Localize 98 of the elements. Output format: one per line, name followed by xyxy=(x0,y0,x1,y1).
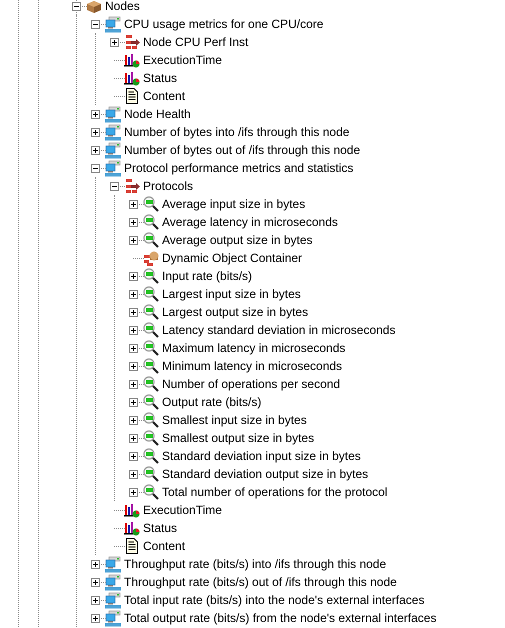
computer-icon xyxy=(105,106,121,122)
blocks-arrow-icon xyxy=(124,178,140,194)
tree-item[interactable]: Smallest input size in bytes xyxy=(162,411,307,429)
magnifier-icon xyxy=(143,268,159,284)
tree-item[interactable]: Content xyxy=(143,537,186,555)
expander-toggle[interactable] xyxy=(91,110,100,118)
expander-toggle[interactable] xyxy=(72,2,81,10)
tree-item[interactable]: Standard deviation input size in bytes xyxy=(162,447,361,465)
expander-toggle[interactable] xyxy=(129,290,138,298)
computer-icon xyxy=(105,160,121,176)
expander-toggle[interactable] xyxy=(91,128,100,136)
magnifier-icon xyxy=(143,214,159,230)
tree-item[interactable]: Node Health xyxy=(124,105,191,123)
blocks-box-icon xyxy=(143,250,159,266)
tree-item[interactable]: Input rate (bits/s) xyxy=(162,267,252,285)
expander-toggle[interactable] xyxy=(129,200,138,208)
tree-item[interactable]: ExecutionTime xyxy=(143,501,222,519)
computer-icon xyxy=(105,610,121,626)
tree-item[interactable]: Throughput rate (bits/s) out of /ifs through this node xyxy=(124,573,397,591)
expander-toggle[interactable] xyxy=(129,218,138,226)
computer-icon xyxy=(105,556,121,572)
tree-item[interactable]: Protocol performance metrics and statistics xyxy=(124,159,354,177)
magnifier-icon xyxy=(143,286,159,302)
computer-icon xyxy=(105,592,121,608)
expander-toggle[interactable] xyxy=(91,20,100,28)
computer-icon xyxy=(105,16,121,32)
tree-item[interactable]: ExecutionTime xyxy=(143,51,222,69)
tree-item[interactable]: Maximum latency in microseconds xyxy=(162,339,346,357)
tree-item[interactable]: Content xyxy=(143,87,186,105)
expander-toggle[interactable] xyxy=(129,470,138,478)
bar-chart-icon xyxy=(124,70,140,86)
tree-item[interactable]: Minimum latency in microseconds xyxy=(162,357,342,375)
magnifier-icon xyxy=(143,340,159,356)
expander-toggle[interactable] xyxy=(91,164,100,172)
tree-item[interactable]: Total output rate (bits/s) from the node's external interfaces xyxy=(124,609,436,627)
expander-toggle[interactable] xyxy=(129,398,138,406)
computer-icon xyxy=(105,574,121,590)
bar-chart-icon xyxy=(124,520,140,536)
tree-item[interactable]: Average latency in microseconds xyxy=(162,213,338,231)
tree-item[interactable]: Number of bytes out of /ifs through this node xyxy=(124,141,360,159)
expander-toggle[interactable] xyxy=(91,578,100,586)
expander-toggle[interactable] xyxy=(129,380,138,388)
computer-icon xyxy=(105,142,121,158)
blocks-arrow-icon xyxy=(124,34,140,50)
expander-toggle[interactable] xyxy=(110,182,119,190)
magnifier-icon xyxy=(143,412,159,428)
bar-chart-icon xyxy=(124,52,140,68)
tree-item[interactable]: Status xyxy=(143,69,178,87)
tree-item[interactable]: Output rate (bits/s) xyxy=(162,393,262,411)
magnifier-icon xyxy=(143,322,159,338)
expander-toggle[interactable] xyxy=(110,38,119,46)
tree-item[interactable]: Node CPU Perf Inst xyxy=(143,33,248,51)
expander-toggle[interactable] xyxy=(129,272,138,280)
expander-toggle[interactable] xyxy=(129,344,138,352)
magnifier-icon xyxy=(143,358,159,374)
magnifier-icon xyxy=(143,376,159,392)
tree-item[interactable]: Largest input size in bytes xyxy=(162,285,301,303)
tree-item[interactable]: Total number of operations for the protocol xyxy=(162,483,388,501)
expander-toggle[interactable] xyxy=(129,416,138,424)
expander-toggle[interactable] xyxy=(91,560,100,568)
tree-item[interactable]: Status xyxy=(143,519,178,537)
tree-item[interactable]: Average input size in bytes xyxy=(162,195,306,213)
expander-toggle[interactable] xyxy=(91,146,100,154)
tree-item[interactable]: CPU usage metrics for one CPU/core xyxy=(124,15,324,33)
document-icon xyxy=(124,88,140,104)
tree-item[interactable]: Number of operations per second xyxy=(162,375,340,393)
tree-item[interactable]: Throughput rate (bits/s) into /ifs through this node xyxy=(124,555,386,573)
tree-item[interactable]: Dynamic Object Container xyxy=(162,249,302,267)
magnifier-icon xyxy=(143,304,159,320)
tree-item[interactable]: Protocols xyxy=(143,177,194,195)
magnifier-icon xyxy=(143,466,159,482)
expander-toggle[interactable] xyxy=(129,434,138,442)
tree-item[interactable]: Number of bytes into /ifs through this node xyxy=(124,123,350,141)
magnifier-icon xyxy=(143,484,159,500)
bar-chart-icon xyxy=(124,502,140,518)
computer-icon xyxy=(105,124,121,140)
magnifier-icon xyxy=(143,394,159,410)
expander-toggle[interactable] xyxy=(129,488,138,496)
expander-toggle[interactable] xyxy=(91,614,100,622)
tree-item[interactable]: Average output size in bytes xyxy=(162,231,313,249)
tree-item[interactable]: Largest output size in bytes xyxy=(162,303,308,321)
tree-item[interactable]: Nodes xyxy=(105,0,140,15)
expander-toggle[interactable] xyxy=(129,326,138,334)
magnifier-icon xyxy=(143,232,159,248)
expander-toggle[interactable] xyxy=(129,308,138,316)
box-icon xyxy=(86,0,102,14)
magnifier-icon xyxy=(143,448,159,464)
expander-toggle[interactable] xyxy=(91,596,100,604)
tree-item[interactable]: Smallest output size in bytes xyxy=(162,429,314,447)
expander-toggle[interactable] xyxy=(129,452,138,460)
tree-item[interactable]: Latency standard deviation in microseconds xyxy=(162,321,396,339)
magnifier-icon xyxy=(143,196,159,212)
tree-item[interactable]: Total input rate (bits/s) into the node's external interfaces xyxy=(124,591,424,609)
document-icon xyxy=(124,538,140,554)
expander-toggle[interactable] xyxy=(129,362,138,370)
expander-toggle[interactable] xyxy=(129,236,138,244)
magnifier-icon xyxy=(143,430,159,446)
tree-item[interactable]: Standard deviation output size in bytes xyxy=(162,465,368,483)
